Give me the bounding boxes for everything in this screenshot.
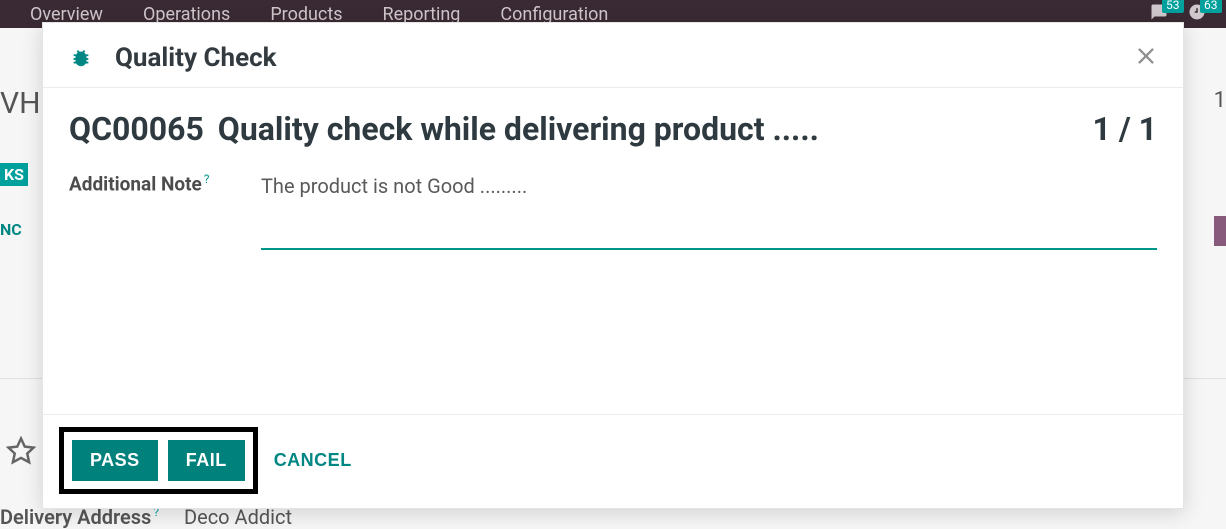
bg-one-text: 1 <box>1214 88 1226 113</box>
clock-icon[interactable]: 63 <box>1188 3 1206 26</box>
close-button[interactable] <box>1135 44 1157 72</box>
bug-icon <box>69 46 93 70</box>
fail-button[interactable]: FAIL <box>168 440 245 481</box>
chat-badge: 53 <box>1162 0 1184 13</box>
bg-wh-text: VH <box>0 86 41 121</box>
check-description: Quality check while delivering product .… <box>218 110 819 148</box>
cancel-button[interactable]: CANCEL <box>274 450 352 471</box>
help-icon[interactable]: ? <box>204 172 210 186</box>
additional-note-row: Additional Note? <box>69 172 1157 254</box>
additional-note-label: Additional Note? <box>69 172 261 195</box>
modal-title: Quality Check <box>115 43 277 73</box>
pass-button[interactable]: PASS <box>72 440 158 481</box>
bg-nc-tag: NC <box>0 220 22 239</box>
modal-footer: PASS FAIL CANCEL <box>43 414 1183 508</box>
modal-body: QC00065 Quality check while delivering p… <box>43 88 1183 414</box>
bg-nc-bar <box>1214 216 1226 246</box>
favorite-star-icon[interactable] <box>6 436 36 474</box>
additional-note-input[interactable] <box>261 172 1157 250</box>
check-reference: QC00065 <box>69 110 204 148</box>
quality-check-modal: Quality Check QC00065 Quality check whil… <box>42 22 1184 509</box>
check-heading-row: QC00065 Quality check while delivering p… <box>69 110 1157 148</box>
clock-badge: 63 <box>1200 0 1222 13</box>
pass-fail-group: PASS FAIL <box>59 427 258 494</box>
bg-ks-tag: KS <box>0 163 28 186</box>
check-counter: 1 / 1 <box>1093 110 1158 148</box>
modal-header: Quality Check <box>43 23 1183 88</box>
